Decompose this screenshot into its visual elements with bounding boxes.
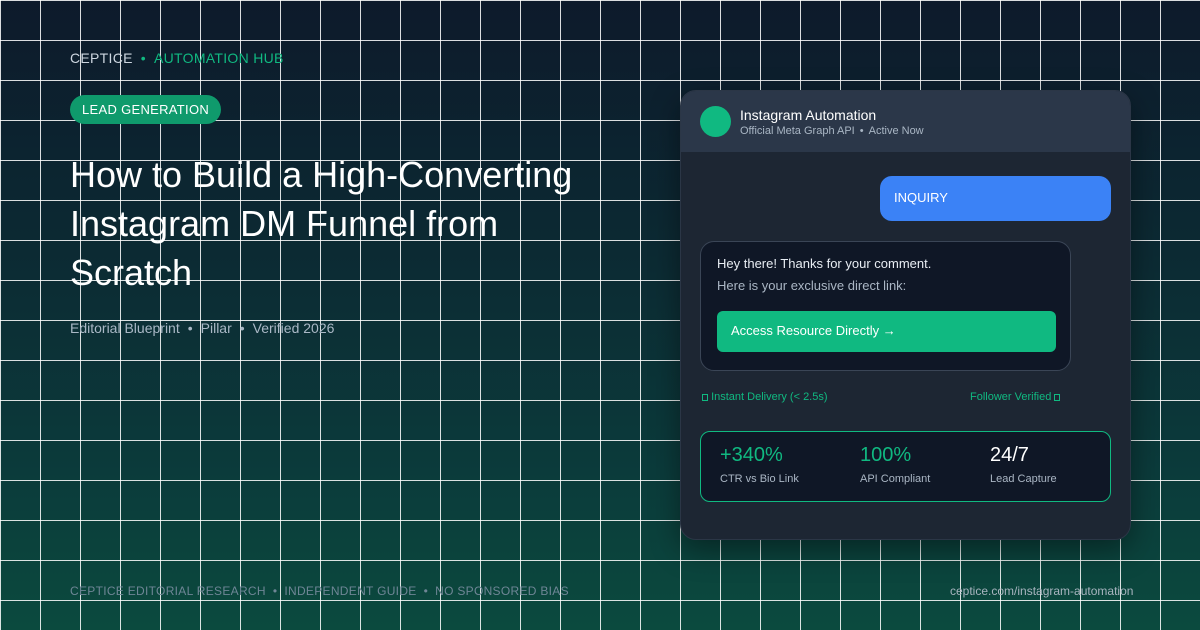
brand-line: CEPTICE • AUTOMATION HUB [70,50,284,66]
delivery-status-text: Instant Delivery (< 2.5s) [711,391,828,403]
dm-preview-card: Instagram Automation Official Meta Graph… [680,90,1131,540]
stat-availability: 24/7 Lead Capture [990,444,1057,485]
meta-line: Editorial Blueprint • Pillar • Verified 2026 [70,320,334,336]
meta-status: Verified 2026 [252,320,335,336]
brand-name: CEPTICE [70,50,133,66]
verification-status-text: Follower Verified [970,391,1052,403]
reply-message: Hey there! Thanks for your comment. Here… [700,241,1071,371]
active-status: Active Now [868,125,924,137]
category-tag: LEAD GENERATION [70,95,222,124]
stat-label: CTR vs Bio Link [720,473,799,485]
reply-text: Here is your exclusive direct link: [717,278,907,293]
meta-separator: • [239,320,245,336]
status-icon [1054,394,1061,401]
access-resource-button[interactable]: Access Resource Directly → [717,311,1056,352]
footer-separator: • [272,584,278,598]
card-subtitle: Official Meta Graph API • Active Now [740,125,924,137]
stat-compliance: 100% API Compliant [860,444,930,485]
footer-item: INDEPENDENT GUIDE [284,584,417,598]
stat-value: 100% [860,444,912,466]
meta-type: Editorial Blueprint [70,320,180,336]
verification-status: Follower Verified [970,391,1061,403]
footer-separator: • [423,584,429,598]
footer-url[interactable]: ceptice.com/instagram-automation [950,584,1133,598]
stat-label: API Compliant [860,473,931,485]
stat-label: Lead Capture [990,473,1057,485]
status-icon [702,394,708,401]
reply-greeting: Hey there! Thanks for your comment. [717,256,932,271]
brand-hub: AUTOMATION HUB [153,50,284,66]
brand-separator: • [140,50,146,66]
api-label: Official Meta Graph API [740,125,855,137]
stats-panel: +340% CTR vs Bio Link 100% API Compliant… [700,431,1111,502]
stat-ctr: +340% CTR vs Bio Link [720,444,799,485]
card-header: Instagram Automation Official Meta Graph… [681,91,1130,152]
hero: CEPTICE • AUTOMATION HUB LEAD GENERATION H… [0,0,1200,630]
delivery-status: Instant Delivery (< 2.5s) [702,391,828,403]
meta-separator: • [187,320,193,336]
meta-category: Pillar [200,320,232,336]
stat-value: 24/7 [990,444,1029,466]
footer-credits: CEPTICE EDITORIAL RESEARCH • INDEPENDENT G… [70,584,569,598]
header-separator: • [859,125,864,137]
card-title: Instagram Automation [740,107,877,123]
stat-value: +340% [720,444,783,466]
outgoing-message: INQUIRY [880,176,1111,221]
page-title: How to Build a High-Converting Instagram… [70,154,573,293]
avatar [700,106,731,137]
footer-item: CEPTICE EDITORIAL RESEARCH [70,584,266,598]
footer-item: NO SPONSORED BIAS [435,584,569,598]
